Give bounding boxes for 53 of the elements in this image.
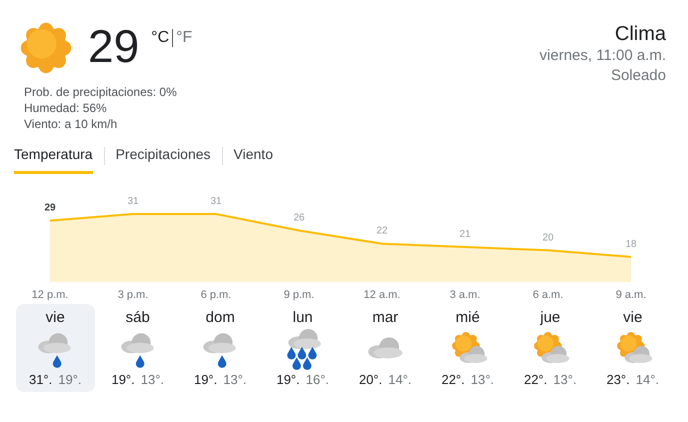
low-temp: 13°.	[223, 372, 247, 388]
low-temp: 19°.	[58, 372, 82, 388]
day-forecast[interactable]: vie 31°. 19°.	[16, 304, 94, 392]
day-name: dom	[206, 308, 235, 328]
widget-title: Clima	[614, 22, 666, 46]
day-name: vie	[46, 308, 65, 328]
time-label: 6 p.m.	[200, 289, 232, 301]
time-label: 12 p.m.	[32, 289, 68, 301]
day-name: mié	[456, 308, 480, 328]
weather-detail: Prob. de precipitaciones: 0%	[24, 84, 178, 100]
high-temp: 22°.	[524, 372, 548, 388]
data-label: 21	[459, 229, 471, 240]
time-label: 12 a.m.	[364, 289, 400, 301]
tab[interactable]: Viento	[234, 138, 273, 174]
high-temp: 19°.	[194, 372, 218, 388]
day-name: jue	[540, 308, 560, 328]
time-label: 6 a.m.	[532, 289, 564, 301]
high-temp: 23°.	[606, 372, 630, 388]
temperature-value: 29	[88, 19, 140, 74]
high-temp: 31°.	[28, 372, 52, 388]
low-temp: 14°.	[388, 372, 412, 388]
date-time: viernes, 11:00 a.m.	[540, 46, 666, 66]
tab[interactable]: Temperatura	[14, 138, 93, 174]
time-label: 3 p.m.	[118, 289, 148, 301]
high-temp: 22°.	[441, 372, 465, 388]
day-name: lun	[292, 308, 313, 328]
data-label: 31	[127, 196, 139, 207]
low-temp: 14°.	[636, 372, 660, 388]
high-temp: 19°.	[276, 372, 300, 388]
time-label: 3 a.m.	[450, 289, 480, 301]
unit-toggle[interactable]: °F	[176, 26, 192, 50]
low-temp: 16°.	[306, 372, 330, 388]
day-name: mar	[372, 308, 398, 328]
low-temp: 13°.	[140, 372, 164, 388]
day-name: vie	[623, 308, 642, 328]
data-label: 22	[376, 226, 388, 237]
time-label: 9 a.m.	[616, 289, 646, 301]
high-temp: 19°.	[111, 372, 135, 388]
weather-detail: Viento: a 10 km/h	[24, 116, 118, 132]
condition-text: Soleado	[610, 66, 666, 86]
data-label: 26	[293, 212, 305, 224]
low-temp: 13°.	[553, 372, 577, 388]
data-label: 18	[625, 238, 637, 250]
data-label: 20	[542, 232, 554, 244]
weather-detail: Humedad: 56%	[24, 100, 108, 116]
time-label: 9 p.m.	[284, 289, 314, 301]
high-temp: 20°.	[358, 372, 382, 388]
unit-toggle[interactable]: °C	[151, 26, 170, 50]
day-name: sáb	[126, 308, 150, 328]
low-temp: 13°.	[470, 372, 494, 388]
data-label: 29	[44, 202, 56, 214]
data-label: 31	[210, 196, 222, 207]
tab[interactable]: Precipitaciones	[116, 138, 211, 174]
